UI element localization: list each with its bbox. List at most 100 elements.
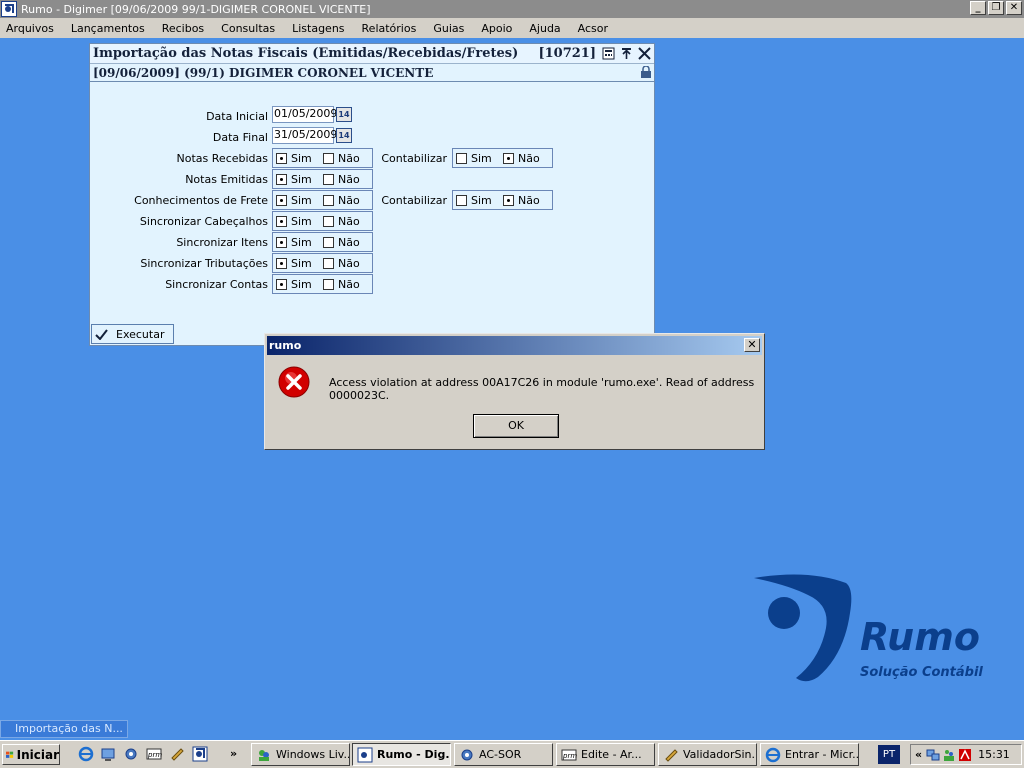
radio-label: Sim: [291, 257, 312, 270]
antivirus-icon[interactable]: [958, 748, 972, 762]
ok-button[interactable]: OK: [473, 414, 559, 438]
radio-sim[interactable]: Sim: [456, 194, 492, 207]
radio-nao[interactable]: Não: [323, 215, 360, 228]
radio-sim[interactable]: Sim: [276, 215, 312, 228]
task-rumo[interactable]: Rumo - Dig...: [352, 743, 451, 766]
radio-nao[interactable]: Não: [323, 278, 360, 291]
pin-top-icon[interactable]: [619, 46, 634, 61]
radio-circle[interactable]: [323, 174, 334, 185]
radio-nao[interactable]: Não: [323, 173, 360, 186]
notas-recebidas-label: Notas Recebidas: [176, 152, 268, 165]
show-desktop-icon[interactable]: [100, 746, 116, 762]
radio-label: Não: [338, 152, 360, 165]
radio-circle[interactable]: [276, 216, 287, 227]
radio-nao[interactable]: Não: [323, 257, 360, 270]
close-button[interactable]: ✕: [1006, 1, 1022, 15]
radio-circle[interactable]: [323, 258, 334, 269]
radio-sim[interactable]: Sim: [276, 236, 312, 249]
radio-sim[interactable]: Sim: [276, 278, 312, 291]
radio-nao[interactable]: Não: [323, 152, 360, 165]
radio-circle[interactable]: [456, 153, 467, 164]
radio-sim[interactable]: Sim: [456, 152, 492, 165]
radio-circle[interactable]: [323, 237, 334, 248]
radio-sim[interactable]: Sim: [276, 194, 312, 207]
ie-icon[interactable]: [78, 746, 94, 762]
sincronizar-itens-label: Sincronizar Itens: [176, 236, 268, 249]
radio-circle[interactable]: [276, 195, 287, 206]
contabilizar-label: Contabilizar: [381, 194, 447, 207]
radio-circle[interactable]: [503, 195, 514, 206]
radio-label: Sim: [471, 152, 492, 165]
data-final-input[interactable]: 31/05/2009: [272, 127, 337, 144]
restore-button[interactable]: ❐: [988, 1, 1004, 15]
radio-circle[interactable]: [456, 195, 467, 206]
calendar-icon[interactable]: 14: [336, 107, 352, 122]
form-close-icon[interactable]: [637, 46, 652, 61]
task-entrar[interactable]: Entrar - Micr...: [760, 743, 859, 766]
notas-emitidas-radio: Sim Não: [272, 169, 373, 189]
menu-apoio[interactable]: Apoio: [481, 22, 512, 35]
radio-nao[interactable]: Não: [323, 194, 360, 207]
task-edite[interactable]: prm Edite - Ar...: [556, 743, 655, 766]
minimized-window[interactable]: Importação das N...: [0, 720, 128, 738]
radio-circle[interactable]: [276, 237, 287, 248]
radio-circle[interactable]: [276, 258, 287, 269]
radio-nao[interactable]: Não: [503, 152, 540, 165]
menu-lancamentos[interactable]: Lançamentos: [71, 22, 145, 35]
menu-consultas[interactable]: Consultas: [221, 22, 275, 35]
task-windows-live[interactable]: Windows Liv...: [251, 743, 350, 766]
radio-circle[interactable]: [276, 174, 287, 185]
menu-recibos[interactable]: Recibos: [162, 22, 204, 35]
network-gear-icon[interactable]: [123, 746, 139, 762]
network-icon[interactable]: [926, 748, 940, 762]
menu-guias[interactable]: Guias: [433, 22, 464, 35]
menu-relatorios[interactable]: Relatórios: [362, 22, 417, 35]
tray-expand-icon[interactable]: «: [915, 748, 922, 761]
data-inicial-input[interactable]: 01/05/2009: [272, 106, 337, 123]
taskbar: Iniciar prm » Windows Liv... Rumo - Dig.…: [0, 740, 1024, 768]
radio-circle[interactable]: [323, 279, 334, 290]
validator-icon[interactable]: [169, 746, 185, 762]
data-inicial-label: Data Inicial: [206, 110, 268, 123]
dialog-close-button[interactable]: ✕: [744, 338, 760, 352]
radio-circle[interactable]: [323, 216, 334, 227]
calculator-icon[interactable]: [601, 46, 616, 61]
radio-sim[interactable]: Sim: [276, 152, 312, 165]
minimize-button[interactable]: _: [970, 1, 986, 15]
prm-icon[interactable]: prm: [146, 746, 162, 762]
form-subtitle: [09/06/2009] (99/1) DIGIMER CORONEL VICE…: [93, 65, 434, 80]
start-button[interactable]: Iniciar: [2, 744, 60, 765]
menu-ajuda[interactable]: Ajuda: [529, 22, 560, 35]
calendar-icon[interactable]: 14: [336, 128, 352, 143]
radio-sim[interactable]: Sim: [276, 257, 312, 270]
quicklaunch-overflow-icon[interactable]: »: [230, 747, 237, 760]
radio-sim[interactable]: Sim: [276, 173, 312, 186]
logo-name: Rumo: [860, 615, 980, 659]
radio-circle[interactable]: [323, 195, 334, 206]
network-gear-icon: [461, 749, 473, 760]
task-ac-sor[interactable]: AC-SOR: [454, 743, 553, 766]
rumo-quick-icon[interactable]: [192, 746, 208, 762]
menu-listagens[interactable]: Listagens: [292, 22, 344, 35]
menu-acsor[interactable]: Acsor: [578, 22, 608, 35]
menu-arquivos[interactable]: Arquivos: [6, 22, 54, 35]
executar-button[interactable]: Executar: [91, 324, 174, 344]
users-icon[interactable]: [942, 748, 956, 762]
validator-icon: [665, 748, 678, 762]
radio-circle[interactable]: [276, 153, 287, 164]
language-indicator[interactable]: PT: [878, 745, 900, 764]
radio-label: Sim: [291, 236, 312, 249]
radio-circle[interactable]: [276, 279, 287, 290]
radio-circle[interactable]: [323, 153, 334, 164]
radio-nao[interactable]: Não: [503, 194, 540, 207]
task-validador[interactable]: ValidadorSin...: [658, 743, 757, 766]
sincronizar-cabecalhos-label: Sincronizar Cabeçalhos: [139, 215, 268, 228]
clock[interactable]: 15:31: [978, 748, 1010, 761]
radio-nao[interactable]: Não: [323, 236, 360, 249]
app-titlebar: Rumo - Digimer [09/06/2009 99/1-DIGIMER …: [0, 0, 1024, 18]
task-label: ValidadorSin...: [683, 748, 757, 761]
rumo-app-icon[interactable]: [1, 1, 17, 17]
lock-icon[interactable]: [640, 66, 652, 79]
start-label: Iniciar: [16, 747, 59, 762]
radio-circle[interactable]: [503, 153, 514, 164]
